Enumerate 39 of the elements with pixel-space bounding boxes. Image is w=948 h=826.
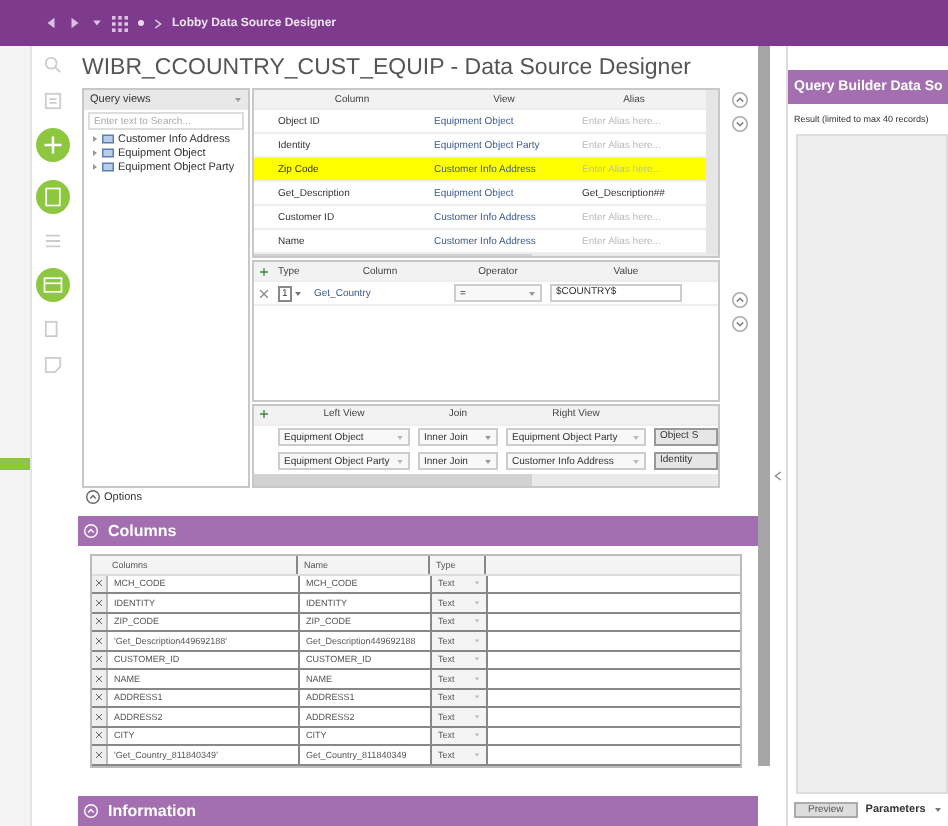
- move-up-icon[interactable]: [732, 92, 748, 109]
- delete-icon[interactable]: [96, 751, 102, 758]
- chevron-icon: [154, 17, 162, 29]
- page-title: WIBR_CCOUNTRY_CUST_EQUIP - Data Source Designer: [80, 54, 693, 84]
- delete-icon[interactable]: [96, 618, 102, 625]
- scrollbar[interactable]: [254, 473, 718, 486]
- delete-icon[interactable]: [96, 599, 102, 606]
- table-icon[interactable]: [35, 268, 69, 302]
- delete-icon[interactable]: [96, 713, 102, 720]
- clipboard-icon[interactable]: [35, 180, 69, 214]
- delete-icon[interactable]: [96, 732, 102, 739]
- move-down-icon[interactable]: [732, 316, 748, 333]
- caret-icon: [293, 289, 302, 298]
- close-icon[interactable]: [260, 289, 268, 298]
- section-header[interactable]: Information: [78, 795, 758, 826]
- delete-icon[interactable]: [96, 656, 102, 663]
- delete-icon[interactable]: [96, 675, 102, 682]
- plus-icon[interactable]: [260, 410, 268, 419]
- scrollbar[interactable]: [254, 254, 718, 257]
- scrollbar[interactable]: [758, 46, 770, 766]
- back-icon[interactable]: [44, 16, 58, 30]
- plus-icon[interactable]: [260, 267, 268, 276]
- add-icon[interactable]: [35, 128, 69, 162]
- caret-icon[interactable]: [933, 806, 942, 814]
- forward-icon[interactable]: [68, 16, 82, 30]
- caret-icon[interactable]: [92, 18, 102, 28]
- section-header[interactable]: Columns: [78, 515, 758, 546]
- collapse-icon[interactable]: [86, 490, 100, 505]
- delete-icon[interactable]: [96, 580, 102, 587]
- grid-icon[interactable]: [112, 15, 128, 31]
- dot-icon: [138, 20, 144, 26]
- delete-icon[interactable]: [96, 694, 102, 701]
- active-indicator: [0, 458, 30, 470]
- move-down-icon[interactable]: [732, 116, 748, 133]
- collapse-icon: [84, 523, 98, 538]
- scrollbar[interactable]: [706, 90, 718, 255]
- delete-icon[interactable]: [96, 637, 102, 644]
- collapse-icon: [84, 803, 98, 818]
- move-up-icon[interactable]: [732, 292, 748, 309]
